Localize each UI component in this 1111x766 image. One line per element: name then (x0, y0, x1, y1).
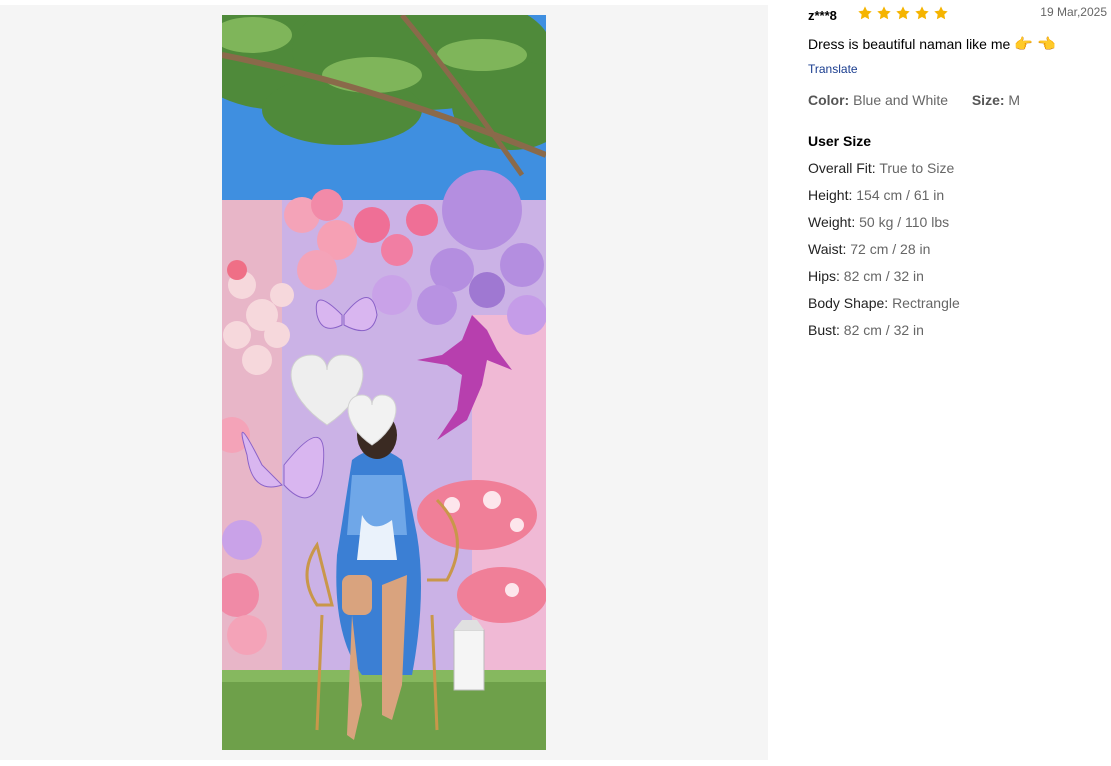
size-label: Size: (971, 92, 1005, 108)
star-icon (934, 6, 948, 20)
star-icon (877, 6, 891, 20)
star-icon (896, 6, 910, 20)
size-row-hips: Hips: 82 cm / 32 in (808, 268, 924, 284)
user-size-heading: User Size (808, 133, 872, 149)
review-photo[interactable] (222, 15, 546, 750)
color-label: Color: (808, 92, 850, 108)
reviewer-name: z***8 (808, 8, 837, 23)
review-photo-illustration (222, 15, 546, 750)
user-size-list: Overall Fit: True to Size Height: 154 cm… (808, 160, 960, 349)
review-card: z***8 19 Mar,2025 Dress is beautiful nam… (808, 0, 1111, 766)
review-body: Dress is beautiful naman like me (808, 36, 1011, 52)
translate-link[interactable]: Translate (808, 62, 858, 76)
size-row-waist: Waist: 72 cm / 28 in (808, 241, 931, 257)
purchase-attributes: Color: Blue and White Size: M (808, 92, 1020, 108)
review-text: Dress is beautiful naman like me 👉 👈 (808, 35, 1056, 53)
size-row-body-shape: Body Shape: Rectrangle (808, 295, 960, 311)
pointing-left-emoji: 👈 (1037, 36, 1056, 53)
size-row-height: Height: 154 cm / 61 in (808, 187, 945, 203)
pointing-right-emoji: 👉 (1014, 36, 1033, 53)
star-icon (858, 6, 872, 20)
color-value: Blue and White (853, 92, 949, 108)
size-row-overall-fit: Overall Fit: True to Size (808, 160, 955, 176)
size-value: M (1008, 92, 1021, 108)
size-row-bust: Bust: 82 cm / 32 in (808, 322, 924, 338)
star-icon (915, 6, 929, 20)
review-photo-panel (0, 5, 768, 760)
rating-stars (856, 5, 950, 21)
review-date: 19 Mar,2025 (1040, 5, 1107, 19)
size-row-weight: Weight: 50 kg / 110 lbs (808, 214, 950, 230)
